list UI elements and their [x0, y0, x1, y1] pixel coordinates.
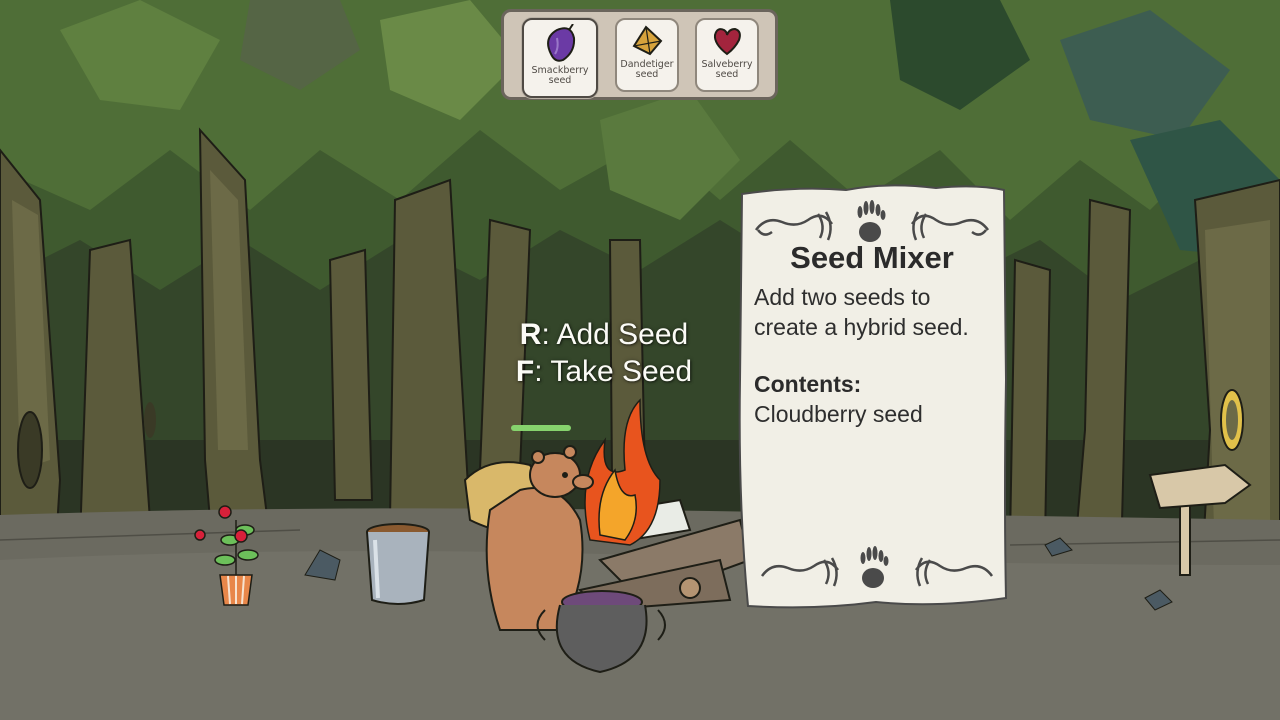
add-seed-prompt: R: Add Seed: [480, 316, 728, 353]
smackberry-seed-icon: [547, 24, 576, 62]
interaction-progress-bar: [511, 425, 571, 431]
seed-inventory: Smackberry seed Dandetiger seed Salveber…: [501, 9, 778, 100]
seed-mixer-card: Seed Mixer Add two seeds to create a hyb…: [736, 180, 1008, 616]
inventory-slot-smackberry[interactable]: Smackberry seed: [522, 18, 598, 98]
add-seed-key: R: [519, 318, 542, 351]
smackberry-seed-label: Smackberry seed: [531, 65, 589, 86]
add-seed-action: : Add Seed: [541, 318, 689, 351]
card-title: Seed Mixer: [790, 240, 954, 275]
interaction-prompt: R: Add Seed F: Take Seed: [480, 316, 728, 390]
take-seed-prompt: F: Take Seed: [480, 353, 728, 390]
inventory-slot-dandetiger[interactable]: Dandetiger seed: [615, 18, 679, 92]
inventory-slot-salveberry[interactable]: Salveberry seed: [695, 18, 759, 92]
contents-value: Cloudberry seed: [754, 401, 923, 427]
salveberry-seed-label: Salveberry seed: [701, 59, 753, 80]
salveberry-seed-icon: [713, 27, 741, 56]
dandetiger-seed-icon: [632, 25, 663, 56]
card-description: Add two seeds to create a hybrid seed.: [754, 284, 969, 340]
dandetiger-seed-label: Dandetiger seed: [620, 59, 674, 80]
take-seed-key: F: [515, 355, 535, 388]
contents-label: Contents:: [754, 371, 862, 397]
take-seed-action: : Take Seed: [534, 355, 693, 388]
